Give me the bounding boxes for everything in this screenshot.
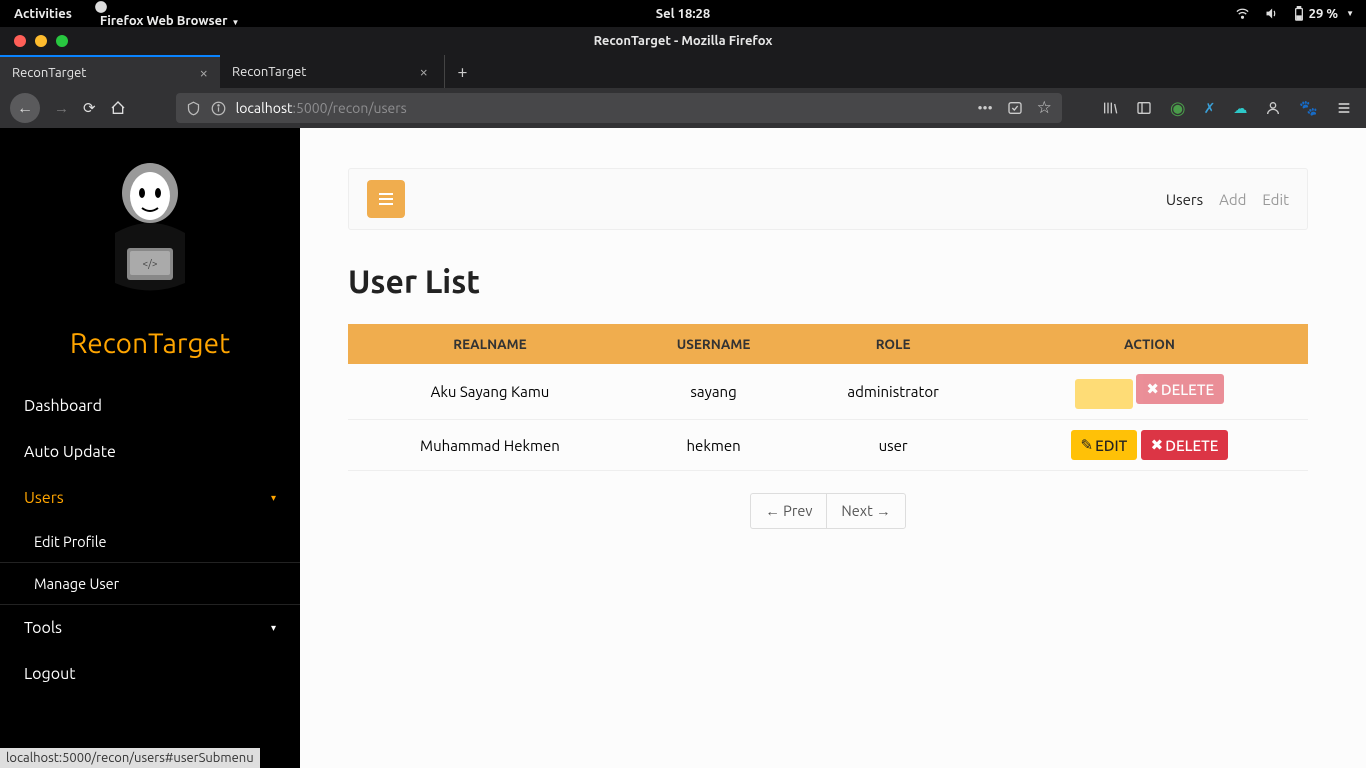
sidebar-subitem-manage-user[interactable]: Manage User [0,563,300,605]
browser-statusbar: localhost:5000/recon/users#userSubmenu [0,748,260,768]
close-icon: ✖ [1146,380,1159,398]
table-row: Muhammad Hekmen hekmen user ✎EDIT ✖DELET… [348,420,1308,471]
cell-realname: Aku Sayang Kamu [348,364,632,420]
menu-icon[interactable] [1336,100,1352,116]
chevron-down-icon: ▾ [271,492,276,504]
browser-toolbar: ← → ⟳ localhost:5000/recon/users ••• ☆ ◉… [0,88,1366,128]
breadcrumb-edit[interactable]: Edit [1262,191,1289,208]
page-topbar: Users Add Edit [348,168,1308,230]
new-tab-button[interactable]: + [444,55,480,88]
sidebar-item-dashboard[interactable]: Dashboard [0,383,300,429]
pager-prev[interactable]: ← Prev [750,493,826,529]
sidebar-item-tools[interactable]: Tools▾ [0,605,300,651]
users-table: REALNAME USERNAME ROLE ACTION Aku Sayang… [348,324,1308,471]
breadcrumb-users[interactable]: Users [1166,191,1203,208]
window-title: ReconTarget - Mozilla Firefox [594,34,773,48]
col-action: ACTION [991,324,1308,364]
url-bar[interactable]: localhost:5000/recon/users ••• ☆ [176,93,1062,123]
window-maximize-button[interactable] [56,35,68,47]
library-icon[interactable] [1102,100,1118,116]
sidebar-icon[interactable] [1136,100,1152,116]
activities-button[interactable]: Activities [14,7,72,21]
app-logo: </> [0,128,300,308]
app-sidebar: </> ReconTarget Dashboard Auto Update Us… [0,128,300,768]
wifi-icon[interactable] [1235,6,1250,21]
cell-username: hekmen [632,420,795,471]
info-icon [211,101,226,116]
app-brand: ReconTarget [0,328,300,359]
close-tab-icon[interactable]: × [200,64,208,81]
app-menu[interactable]: Firefox Web Browser▼ [94,0,240,28]
edit-button [1075,379,1133,409]
table-row: Aku Sayang Kamu sayang administrator ✖DE… [348,364,1308,420]
shield-icon [186,101,201,116]
cell-role: administrator [795,364,991,420]
pager-next[interactable]: Next → [826,493,905,529]
extension-icon[interactable]: ✗ [1204,100,1216,117]
window-minimize-button[interactable] [35,35,47,47]
sidebar-subitem-edit-profile[interactable]: Edit Profile [0,521,300,563]
chevron-down-icon: ▾ [271,622,276,634]
col-username: USERNAME [632,324,795,364]
cell-realname: Muhammad Hekmen [348,420,632,471]
sidebar-item-autoupdate[interactable]: Auto Update [0,429,300,475]
chevron-down-icon: ▼ [232,18,240,27]
bookmark-star-icon[interactable]: ☆ [1037,98,1052,118]
breadcrumb-add[interactable]: Add [1219,191,1246,208]
sidebar-item-users[interactable]: Users▾ [0,475,300,521]
forward-button[interactable]: → [54,99,69,117]
tracking-protection-icon[interactable] [1007,100,1023,116]
extension-icon[interactable]: ◉ [1170,98,1186,119]
sidebar-item-logout[interactable]: Logout [0,651,300,697]
cell-role: user [795,420,991,471]
delete-button: ✖DELETE [1136,374,1224,404]
delete-button[interactable]: ✖DELETE [1141,430,1229,460]
clock[interactable]: Sel 18:28 [656,7,710,21]
close-icon: ✖ [1151,436,1164,454]
chevron-down-icon: ▼ [1346,9,1354,18]
edit-icon: ✎ [1081,436,1094,454]
battery-indicator[interactable]: 29 %▼ [1293,6,1354,21]
sidebar-toggle-button[interactable] [367,180,405,218]
firefox-icon [94,0,108,14]
edit-button[interactable]: ✎EDIT [1071,430,1138,460]
browser-tab-strip: ReconTarget× ReconTarget× + [0,55,1366,88]
reload-button[interactable]: ⟳ [83,99,96,117]
col-realname: REALNAME [348,324,632,364]
page-actions-icon[interactable]: ••• [977,100,992,116]
firefox-titlebar: ReconTarget - Mozilla Firefox [0,27,1366,55]
close-tab-icon[interactable]: × [420,63,428,80]
gnome-top-bar: Activities Firefox Web Browser▼ Sel 18:2… [0,0,1366,27]
main-content: Users Add Edit User List REALNAME USERNA… [300,128,1366,768]
page-title: User List [348,264,1308,300]
pagination: ← Prev Next → [348,493,1308,529]
home-button[interactable] [110,100,126,116]
browser-tab[interactable]: ReconTarget× [220,55,440,88]
cell-username: sayang [632,364,795,420]
col-role: ROLE [795,324,991,364]
back-button[interactable]: ← [10,93,40,123]
svg-text:</>: </> [143,258,158,269]
account-icon[interactable] [1265,100,1281,116]
extension-icon[interactable]: 🐾 [1299,99,1318,117]
window-close-button[interactable] [14,35,26,47]
extension-icon[interactable]: ☁ [1233,100,1247,117]
volume-icon[interactable] [1264,6,1279,21]
browser-tab[interactable]: ReconTarget× [0,55,220,88]
breadcrumb: Users Add Edit [1166,191,1289,208]
